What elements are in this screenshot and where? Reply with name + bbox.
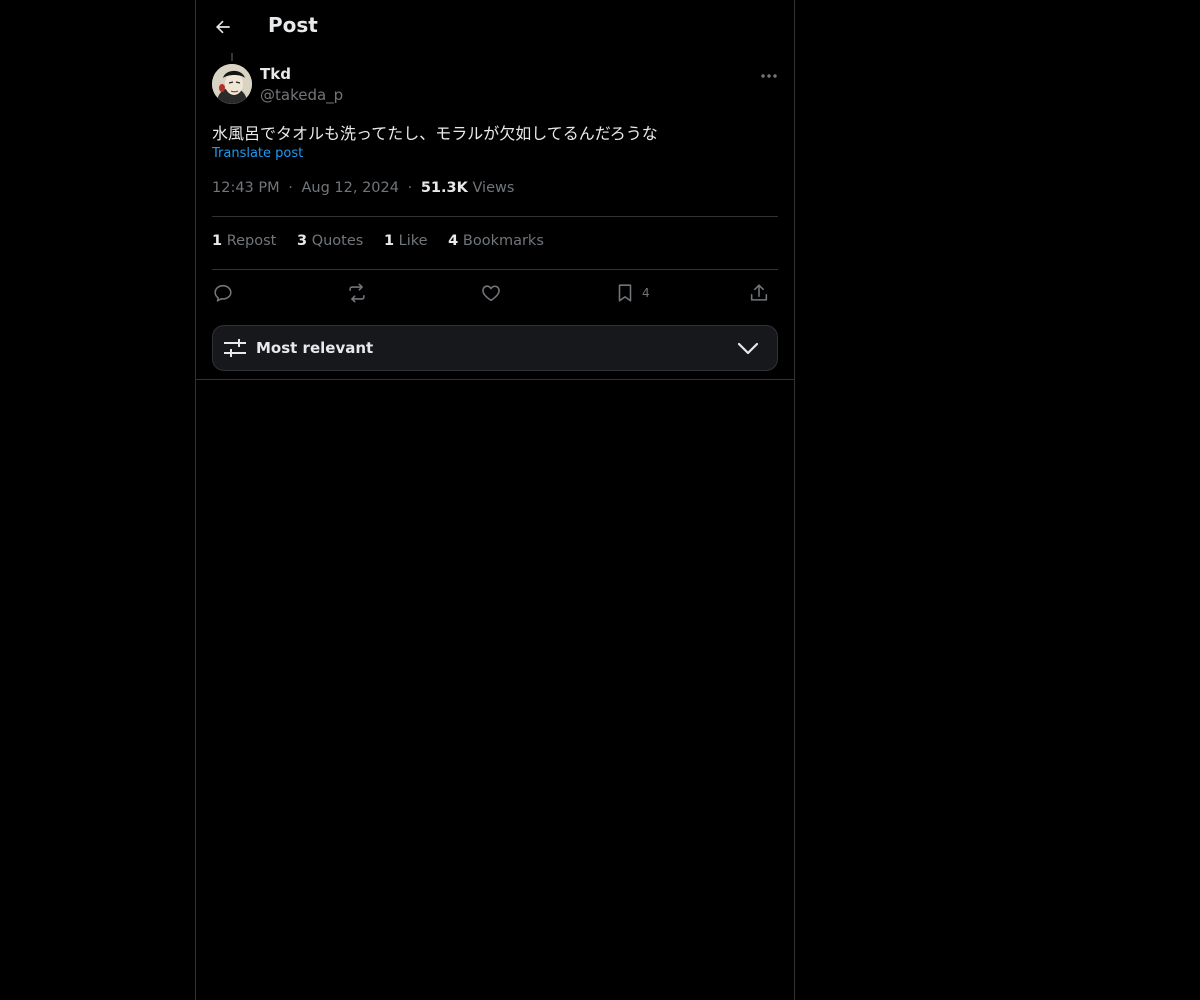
bookmark-icon xyxy=(618,284,632,302)
stat-number: 3 xyxy=(296,233,308,249)
author-name[interactable]: Tkd xyxy=(260,65,291,83)
repost-button[interactable] xyxy=(346,281,368,305)
avatar[interactable] xyxy=(212,64,252,104)
stat-label: Like xyxy=(398,233,428,249)
sort-replies-dropdown[interactable]: Most relevant xyxy=(212,325,778,371)
stat-reposts[interactable]: 1 Repost xyxy=(212,233,276,249)
stat-number: 4 xyxy=(448,233,459,249)
stat-quotes[interactable]: 3 Quotes xyxy=(297,233,363,249)
stat-label: Quotes xyxy=(311,233,364,249)
views-label: Views xyxy=(472,180,515,196)
reply-button[interactable] xyxy=(212,281,234,305)
author-handle[interactable]: @takeda_p xyxy=(260,86,343,104)
bookmark-button[interactable]: 4 xyxy=(614,281,650,305)
translate-post-link[interactable]: Translate post xyxy=(212,146,303,161)
post-date[interactable]: Aug 12, 2024 xyxy=(301,180,399,196)
stat-label: Bookmarks xyxy=(462,233,544,249)
back-button[interactable] xyxy=(210,14,236,40)
sliders-icon xyxy=(224,339,246,357)
heart-icon xyxy=(482,285,500,302)
more-options-button[interactable] xyxy=(756,66,782,86)
repost-icon xyxy=(349,283,365,303)
main-column: Post Tkd @takeda_p 水風呂でタオルも洗ってたし、モラルが欠如し… xyxy=(195,0,795,1000)
more-icon xyxy=(761,74,777,78)
thread-line xyxy=(231,53,233,61)
action-bar: 4 xyxy=(212,281,778,307)
bookmark-count: 4 xyxy=(642,286,650,300)
avatar-image xyxy=(212,64,252,104)
like-button[interactable] xyxy=(480,281,502,305)
stat-likes[interactable]: 1 Like xyxy=(384,233,428,249)
post-meta: 12:43 PM · Aug 12, 2024 · 51.3K Views xyxy=(212,180,514,196)
page-title: Post xyxy=(268,13,318,37)
meta-separator: · xyxy=(288,180,293,196)
sort-label: Most relevant xyxy=(256,339,374,357)
section-divider xyxy=(196,379,794,380)
divider xyxy=(212,269,778,270)
stat-bookmarks[interactable]: 4 Bookmarks xyxy=(448,233,544,249)
post-text: 水風呂でタオルも洗ってたし、モラルが欠如してるんだろうな xyxy=(212,124,658,143)
share-button[interactable] xyxy=(748,281,770,305)
chevron-down-icon xyxy=(737,342,759,355)
arrow-left-icon xyxy=(216,20,230,34)
stat-number: 1 xyxy=(383,233,395,249)
stat-number: 1 xyxy=(212,233,223,249)
divider xyxy=(212,216,778,217)
post-time[interactable]: 12:43 PM xyxy=(212,180,280,196)
engagement-stats: 1 Repost 3 Quotes 1 Like 4 Bookmarks xyxy=(212,233,560,249)
meta-separator: · xyxy=(407,180,413,196)
stat-label: Repost xyxy=(226,233,277,249)
top-bar: Post xyxy=(196,0,794,53)
views-count: 51.3K xyxy=(420,180,468,196)
share-icon xyxy=(750,284,768,301)
reply-icon xyxy=(214,284,232,302)
